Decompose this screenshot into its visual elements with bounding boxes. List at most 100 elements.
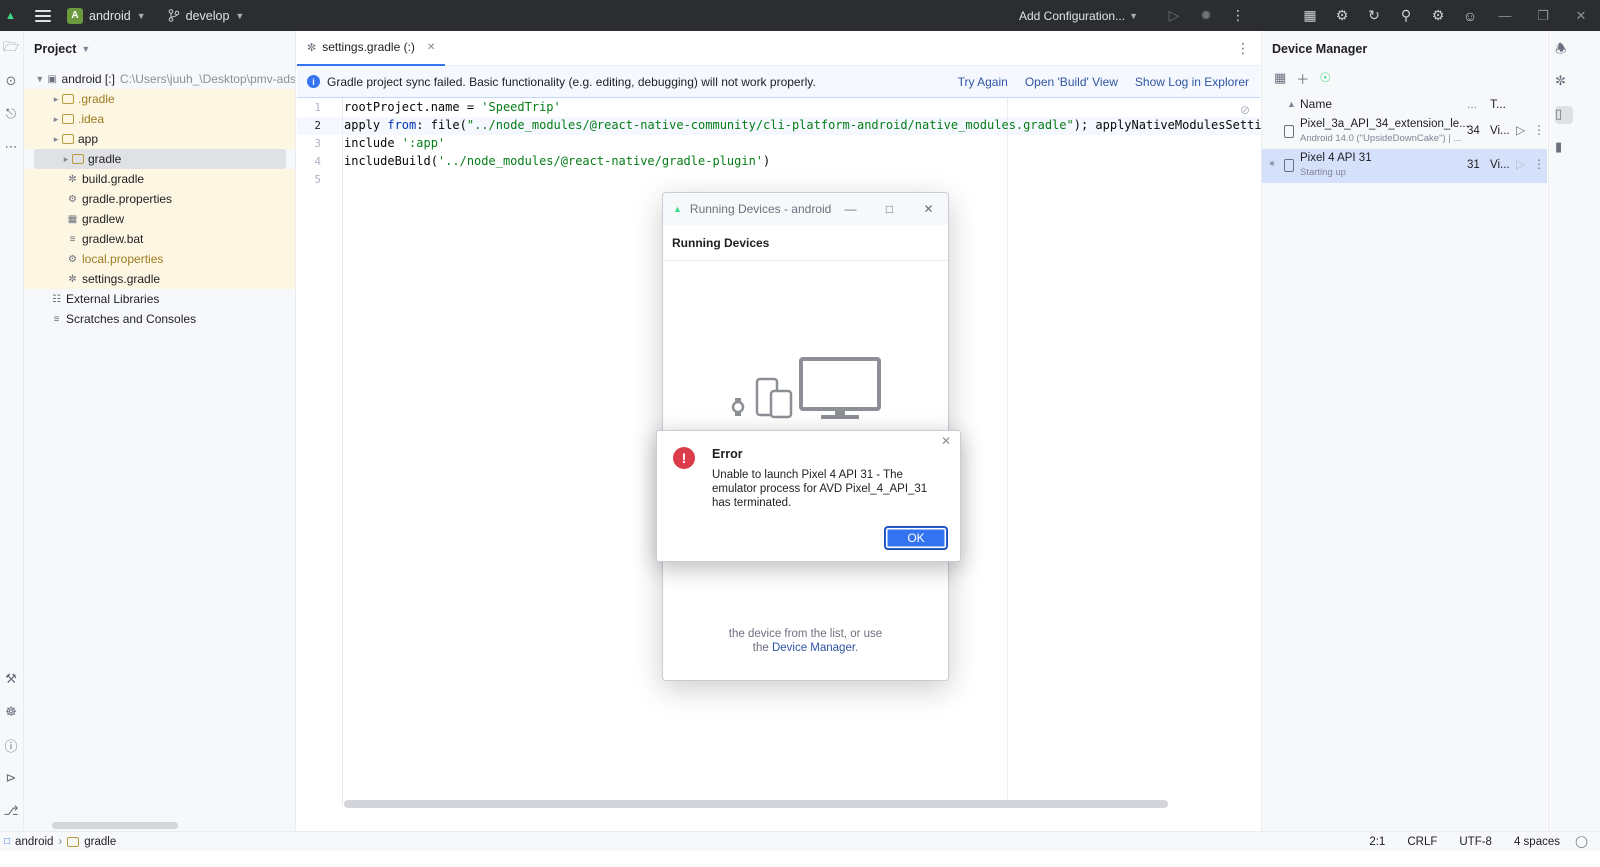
tree-item-gradle[interactable]: ▸ gradle (34, 149, 286, 169)
code-line-4[interactable]: includeBuild('../node_modules/@react-nat… (344, 154, 770, 168)
terminal-icon[interactable]: ⊳ (2, 769, 20, 787)
read-only-lock-icon[interactable]: ◯ (1575, 834, 1588, 848)
try-again-link[interactable]: Try Again (958, 75, 1008, 89)
project-horizontal-scrollbar[interactable] (52, 822, 178, 829)
problems-icon[interactable]: ⓘ (2, 736, 20, 754)
run-icon[interactable]: ▷ (1165, 7, 1183, 25)
settings-gear-icon[interactable]: ⚙ (1429, 7, 1447, 25)
build-tool-icon[interactable]: ⚒ (2, 670, 20, 688)
tree-item-local-properties[interactable]: ⚙ local.properties (24, 249, 295, 269)
code-line-2[interactable]: apply from: file("../node_modules/@react… (344, 118, 1348, 132)
project-widget[interactable]: A android ▼ (67, 7, 146, 24)
close-dialog-icon[interactable]: ✕ (941, 434, 951, 448)
hint-suffix: . (855, 642, 859, 654)
wifi-pairing-icon[interactable]: ☉ (1319, 70, 1331, 86)
run-configuration-dropdown[interactable]: Add Configuration... ▼ (1019, 9, 1138, 23)
device-explorer-icon[interactable]: ▦ (1301, 7, 1319, 25)
tree-item-idea[interactable]: ▸ .idea (24, 109, 295, 129)
collapsed-arrow-icon: ▸ (53, 133, 59, 144)
logcat-icon[interactable]: ☸ (2, 703, 20, 721)
folder-icon (62, 134, 74, 144)
device-more-icon[interactable]: ⋮ (1533, 157, 1545, 171)
tree-item-external-libraries[interactable]: ☷ External Libraries (24, 289, 295, 309)
open-build-view-link[interactable]: Open 'Build' View (1025, 75, 1118, 89)
project-panel: Project ▼ ▼ ▣ android [:] C:\Users\juuh_… (24, 31, 296, 831)
more-tabs-icon[interactable]: ⋮ (1236, 40, 1250, 57)
column-type[interactable]: T... (1490, 97, 1506, 111)
commit-tool-icon[interactable]: ⊙ (2, 72, 20, 90)
device-grid-icon[interactable]: ▦ (1274, 70, 1286, 86)
running-devices-titlebar[interactable]: ▲ Running Devices - android — □ ✕ (663, 193, 948, 225)
restore-window-button[interactable]: ❐ (1524, 0, 1562, 31)
close-tab-icon[interactable]: ✕ (427, 42, 435, 53)
device-manager-title: Device Manager (1272, 41, 1368, 56)
breadcrumb-child[interactable]: gradle (84, 836, 116, 848)
file-encoding[interactable]: UTF-8 (1459, 836, 1492, 848)
launch-device-icon[interactable]: ▷ (1516, 157, 1525, 171)
column-name[interactable]: Name (1300, 97, 1332, 111)
ok-button[interactable]: OK (885, 527, 947, 549)
minimize-window-button[interactable]: — (1486, 0, 1524, 31)
main-menu-icon[interactable] (35, 9, 51, 22)
gradle-tool-icon[interactable]: ✼ (1555, 73, 1573, 91)
close-window-button[interactable]: ✕ (909, 202, 948, 216)
running-devices-tool-icon[interactable]: ▮ (1555, 139, 1573, 157)
line-separator[interactable]: CRLF (1407, 836, 1437, 848)
inspection-disabled-icon[interactable]: ⊘ (1240, 103, 1250, 117)
tree-item-gradle-properties[interactable]: ⚙ gradle.properties (24, 189, 295, 209)
project-tool-icon[interactable]: 🗁 (2, 39, 20, 58)
tree-root-android[interactable]: ▼ ▣ android [:] C:\Users\juuh_\Desktop\p… (24, 69, 295, 89)
code-line-3[interactable]: include ':app' (344, 136, 445, 150)
device-row-selected[interactable]: ✴ Pixel 4 API 31 Starting up 31 Vi... ▷ … (1262, 149, 1547, 183)
info-icon: i (307, 75, 320, 88)
notifications-icon[interactable]: 🕭 (1555, 40, 1573, 58)
account-icon[interactable]: ☺ (1461, 7, 1479, 25)
more-tools-icon[interactable]: ⋯ (2, 138, 20, 156)
more-actions-icon[interactable]: ⋮ (1229, 7, 1247, 25)
maximize-window-button[interactable]: □ (870, 202, 909, 216)
caret-position[interactable]: 2:1 (1369, 836, 1385, 848)
indent-setting[interactable]: 4 spaces (1514, 836, 1560, 848)
tab-settings-gradle[interactable]: ✼ settings.gradle (:) ✕ (297, 31, 446, 66)
pull-requests-icon[interactable]: ⎋ (2, 105, 20, 123)
column-api[interactable]: ... (1467, 97, 1477, 111)
app-inspection-icon[interactable]: ⚙ (1333, 7, 1351, 25)
show-log-link[interactable]: Show Log in Explorer (1135, 75, 1249, 89)
bottom-edge (0, 851, 1600, 867)
tree-item-gradlew[interactable]: ▦ gradlew (24, 209, 295, 229)
tree-item-scratches[interactable]: ≡ Scratches and Consoles (24, 309, 295, 329)
minimize-window-button[interactable]: — (831, 202, 870, 216)
close-window-button[interactable]: ✕ (1562, 0, 1600, 31)
tree-item-settings-gradle[interactable]: ✼ settings.gradle (24, 269, 295, 289)
vcs-branch-widget[interactable]: develop ▼ (168, 9, 244, 23)
tree-item-dot-gradle[interactable]: ▸ .gradle (24, 89, 295, 109)
project-panel-header[interactable]: Project ▼ (24, 31, 295, 66)
editor-horizontal-scrollbar[interactable] (344, 800, 1168, 808)
collapsed-arrow-icon: ▸ (63, 153, 69, 164)
tree-item-build-gradle[interactable]: ✼ build.gradle (24, 169, 295, 189)
version-control-icon[interactable]: ⎇ (2, 802, 20, 820)
tree-item-label: app (78, 132, 99, 146)
tree-item-app[interactable]: ▸ app (24, 129, 295, 149)
device-manager-link[interactable]: Device Manager (772, 642, 855, 654)
tree-item-label: Scratches and Consoles (66, 312, 197, 326)
sync-gradle-icon[interactable]: ↻ (1365, 7, 1383, 25)
device-row[interactable]: Pixel_3a_API_34_extension_le... Android … (1262, 115, 1547, 149)
tree-item-gradlew-bat[interactable]: ≡ gradlew.bat (24, 229, 295, 249)
tree-item-label: .idea (78, 112, 105, 126)
device-more-icon[interactable]: ⋮ (1533, 123, 1545, 137)
add-device-icon[interactable]: ＋ (1296, 69, 1309, 88)
sort-ascending-icon[interactable]: ▲ (1287, 99, 1296, 109)
device-manager-tool-icon[interactable]: ▯ (1555, 106, 1573, 124)
project-name: android (89, 8, 131, 23)
code-string: "../node_modules/@react-native-community… (466, 118, 1074, 132)
error-icon: ! (673, 447, 695, 469)
launch-device-icon[interactable]: ▷ (1516, 123, 1525, 137)
phone-device-icon (1284, 159, 1294, 172)
debug-icon[interactable]: ✹ (1197, 7, 1215, 25)
tree-item-label: gradle.properties (82, 192, 173, 206)
breadcrumb-root[interactable]: android (15, 836, 53, 848)
code-line-1[interactable]: rootProject.name = 'SpeedTrip' (344, 100, 561, 114)
search-icon[interactable]: ⚲ (1397, 7, 1415, 25)
running-devices-header: Running Devices (663, 225, 948, 261)
